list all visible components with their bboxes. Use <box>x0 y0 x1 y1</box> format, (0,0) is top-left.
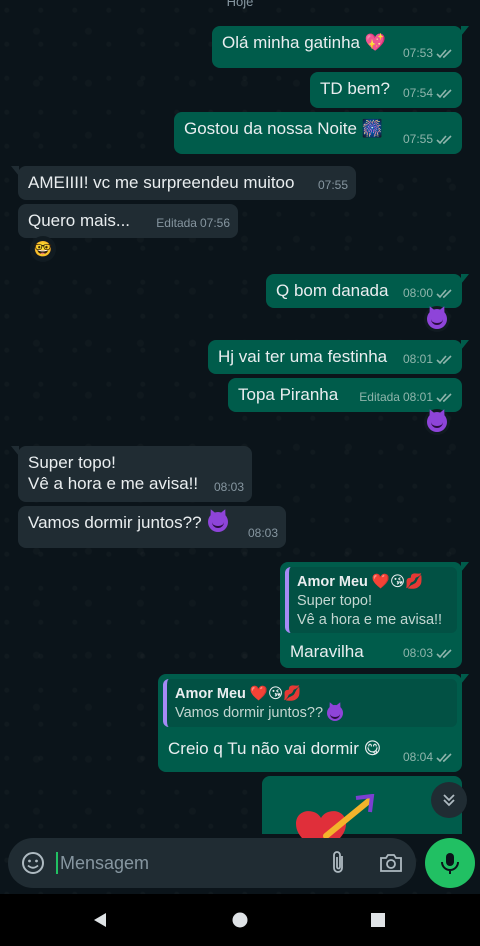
reply-message[interactable]: Amor Meu ❤️😘💋 Vamos dormir juntos?? Crei… <box>158 674 469 772</box>
message-text: TD bem? <box>320 79 390 98</box>
read-ticks-icon <box>436 289 452 299</box>
system-nav-bar <box>0 894 480 946</box>
message-text: Hj vai ter uma festinha <box>218 347 388 366</box>
date-label: Hoje <box>226 0 254 9</box>
outgoing-message[interactable]: TD bem? 07:54 <box>310 72 462 108</box>
message-input[interactable]: Mensagem <box>60 853 328 874</box>
outgoing-message[interactable]: Gostou da nossa Noite 🎆 07:55 <box>174 112 462 154</box>
attach-icon[interactable] <box>328 850 350 876</box>
edited-label: Editada <box>359 390 400 404</box>
nerd-face-icon: 🤓 <box>33 241 53 258</box>
read-ticks-icon <box>436 393 452 403</box>
reaction-badge[interactable]: 🤓 <box>30 236 56 262</box>
message-time: 07:53 <box>402 46 433 60</box>
reaction-badge[interactable] <box>424 409 450 435</box>
read-ticks-icon <box>436 355 452 365</box>
quoted-sender: Amor Meu ❤️😘💋 <box>175 686 302 702</box>
message-meta: 07:55 <box>318 175 348 196</box>
read-ticks-icon <box>436 89 452 99</box>
quoted-text: Vamos dormir juntos?? <box>175 704 449 723</box>
message-time: 08:01 <box>402 390 433 404</box>
devil-face-icon <box>427 309 447 329</box>
devil-face-icon <box>427 412 447 432</box>
quoted-message[interactable]: Amor Meu ❤️😘💋 Vamos dormir juntos?? <box>163 679 457 727</box>
quoted-text: Super topo! <box>297 593 372 609</box>
edited-label: Editada <box>156 216 197 230</box>
reply-message[interactable]: Amor Meu ❤️😘💋 Super topo! Vê a hora e me… <box>280 562 469 668</box>
incoming-message[interactable]: Quero mais... Editada 07:56 <box>18 204 238 238</box>
message-text: AMEIIII! vc me surpreendeu muitoo <box>28 173 295 192</box>
sticker-icon[interactable] <box>20 850 46 876</box>
incoming-message[interactable]: AMEIIII! vc me surpreendeu muitoo 07:55 <box>11 166 356 200</box>
outgoing-message[interactable]: Topa Piranha Editada 08:01 <box>228 378 462 412</box>
reaction-badge[interactable] <box>424 306 450 332</box>
read-ticks-icon <box>436 135 452 145</box>
home-icon[interactable] <box>231 911 249 929</box>
message-meta: 08:03 <box>214 477 244 498</box>
message-meta: 08:00 <box>403 283 454 304</box>
text-cursor <box>56 852 58 874</box>
voice-record-button[interactable] <box>425 838 475 888</box>
message-text: Gostou da nossa Noite 🎆 <box>184 119 383 138</box>
message-time: 08:03 <box>247 526 278 540</box>
message-time: 07:56 <box>199 216 230 230</box>
message-time: 07:55 <box>317 178 348 192</box>
message-meta: Editada 07:56 <box>156 213 230 234</box>
read-ticks-icon <box>436 753 452 763</box>
outgoing-message[interactable]: Q bom danada 08:00 <box>266 274 469 308</box>
message-meta: 07:54 <box>403 83 454 104</box>
message-time: 07:54 <box>402 86 433 100</box>
message-text: Q bom danada <box>276 281 389 300</box>
incoming-message[interactable]: Vamos dormir juntos?? 08:03 <box>18 506 286 548</box>
message-text-line: Vê a hora e me avisa!! <box>28 474 199 493</box>
quoted-text: Vê a hora e me avisa!! <box>297 612 443 628</box>
message-text: Maravilha <box>290 642 364 661</box>
message-meta: 07:53 <box>403 43 454 64</box>
message-meta: 08:04 <box>403 747 454 768</box>
read-ticks-icon <box>436 649 452 659</box>
chevron-double-down-icon <box>443 794 455 807</box>
message-text: Vamos dormir juntos?? <box>28 513 202 532</box>
read-ticks-icon <box>436 49 452 59</box>
scroll-to-bottom-button[interactable] <box>431 782 467 818</box>
message-composer: Mensagem <box>8 838 416 888</box>
message-text: Topa Piranha <box>238 385 339 404</box>
message-meta: 07:55 <box>403 129 454 150</box>
message-text: Quero mais... <box>28 211 131 230</box>
devil-face-icon <box>208 512 229 532</box>
message-time: 08:01 <box>402 352 433 366</box>
recents-icon[interactable] <box>369 911 387 929</box>
message-time: 08:00 <box>402 286 433 300</box>
quoted-text-content: Vamos dormir juntos?? <box>175 705 324 721</box>
mic-icon <box>441 853 459 874</box>
outgoing-message[interactable]: Hj vai ter uma festinha 08:01 <box>208 340 469 374</box>
message-meta: 08:03 <box>403 643 454 664</box>
outgoing-message[interactable]: Olá minha gatinha 💖 07:53 <box>212 26 469 68</box>
message-text-line: Super topo! <box>28 453 116 472</box>
quoted-sender: Amor Meu ❤️😘💋 <box>297 574 424 590</box>
message-meta: 08:01 <box>403 349 454 370</box>
message-text: Creio q Tu não vai dormir 😋 <box>168 739 382 758</box>
quoted-message[interactable]: Amor Meu ❤️😘💋 Super topo! Vê a hora e me… <box>285 567 457 633</box>
message-time: 07:55 <box>402 132 433 146</box>
message-time: 08:04 <box>402 750 433 764</box>
devil-face-icon <box>327 705 344 721</box>
incoming-message[interactable]: Super topo! Vê a hora e me avisa!! 08:03 <box>11 446 252 502</box>
message-text: Olá minha gatinha 💖 <box>222 33 386 52</box>
message-time: 08:03 <box>213 480 244 494</box>
back-icon[interactable] <box>91 911 109 929</box>
camera-icon[interactable] <box>378 851 404 875</box>
message-time: 08:03 <box>402 646 433 660</box>
message-meta: Editada 08:01 <box>359 387 454 408</box>
message-meta: 08:03 <box>248 523 278 544</box>
